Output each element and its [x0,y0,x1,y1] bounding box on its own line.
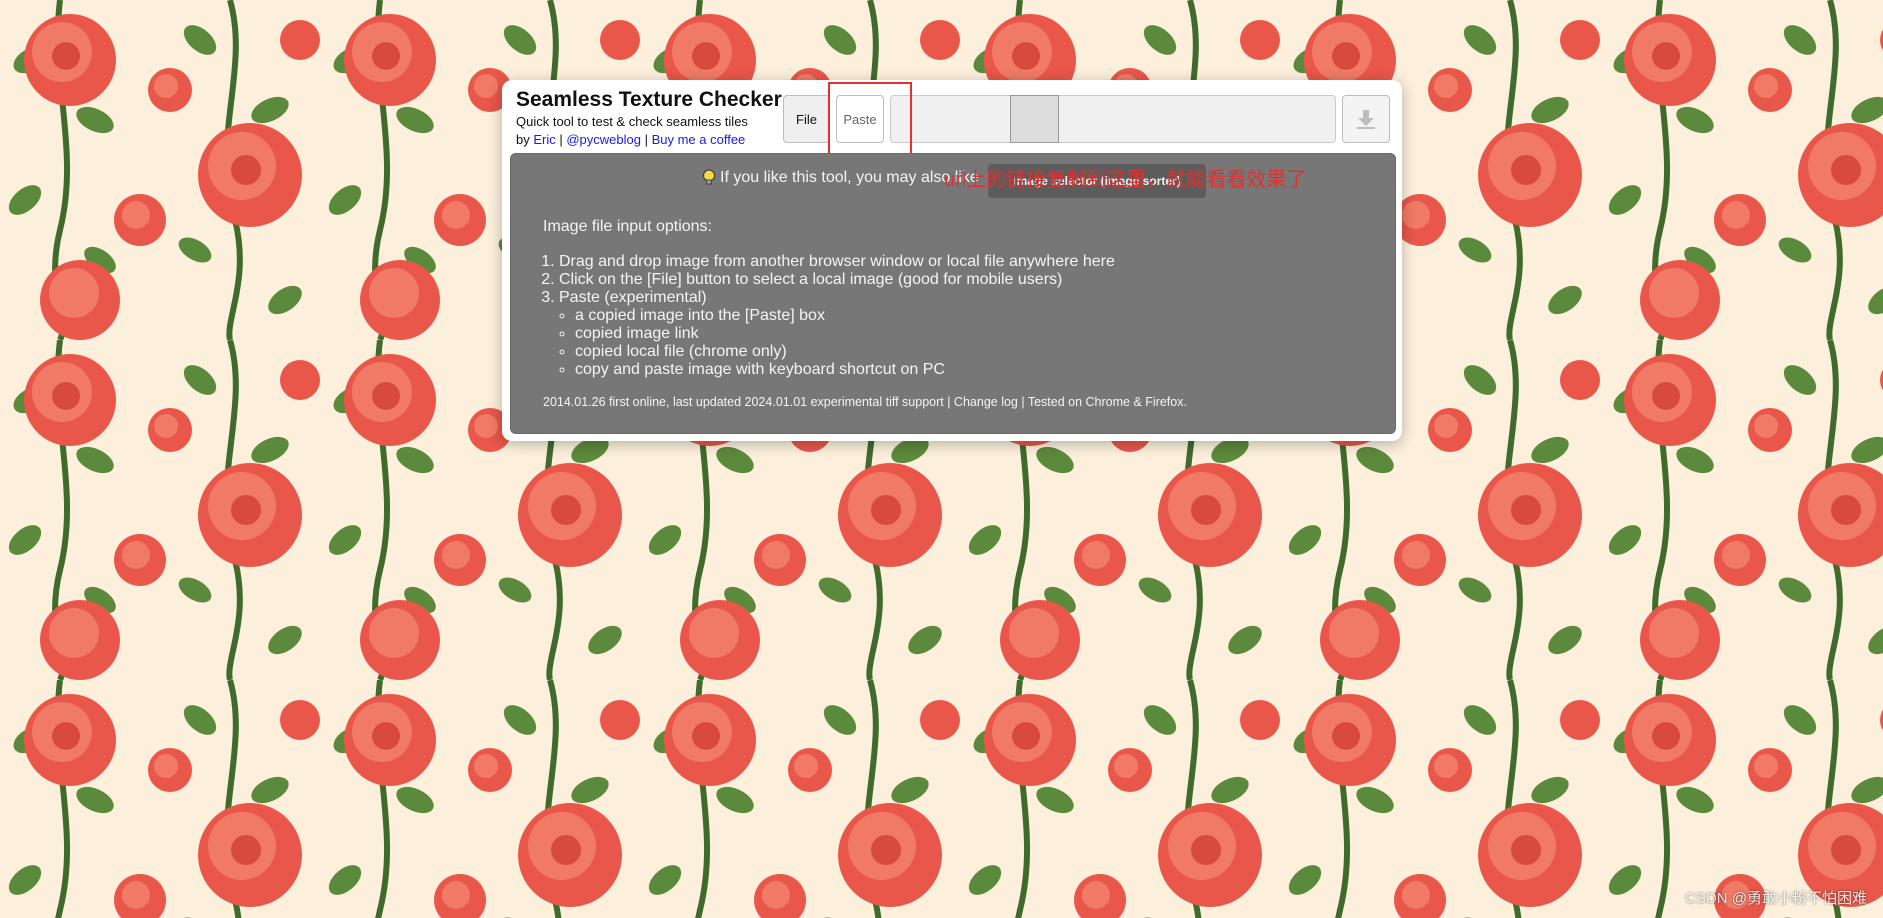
tool-panel: Seamless Texture Checker Quick tool to t… [502,80,1402,441]
list-item: copied image link [575,325,1115,343]
watermark: CSDN @勇敢小粉不怕困难 [1685,890,1867,907]
zoom-slider-thumb[interactable] [1010,95,1059,143]
list-item: a copied image into the [Paste] box [575,307,1115,325]
page-subtitle: Quick tool to test & check seamless tile… [516,114,748,129]
annotation-note: url上的链接复制到这里，就能看看效果了 [944,169,1307,191]
options-title: Image file input options: [543,218,712,235]
annotation-highlight-box [828,82,912,164]
list-item-label: Paste (experimental) [559,289,707,306]
list-item: Click on the [File] button to select a l… [559,271,1115,289]
lightbulb-icon [703,169,715,185]
zoom-slider[interactable] [890,95,1336,143]
twitter-link[interactable]: @pycweblog [566,132,641,147]
list-item: copied local file (chrome only) [575,343,1115,361]
buy-coffee-link[interactable]: Buy me a coffee [652,132,746,147]
tip-line: If you like this tool, you may also like [702,169,979,187]
page-title: Seamless Texture Checker [516,88,782,111]
tip-text: If you like this tool, you may also like [720,169,979,186]
byline-separator: | [555,132,567,147]
download-icon [1357,110,1375,129]
footer-note: 2014.01.26 first online, last updated 20… [543,395,1187,409]
list-item: Drag and drop image from another browser… [559,253,1115,271]
byline-prefix: by [516,132,534,147]
list-item: copy and paste image with keyboard short… [575,361,1115,379]
file-button[interactable]: File [783,95,830,143]
input-options-list: Drag and drop image from another browser… [543,253,1115,379]
author-link[interactable]: Eric [533,132,555,147]
list-item: Paste (experimental) a copied image into… [559,289,1115,379]
byline-separator: | [640,132,652,147]
download-button[interactable] [1342,95,1390,143]
paste-sublist: a copied image into the [Paste] box copi… [559,307,1115,379]
byline: by Eric | @pycweblog | Buy me a coffee [516,132,745,147]
info-panel: If you like this tool, you may also like… [510,153,1396,434]
